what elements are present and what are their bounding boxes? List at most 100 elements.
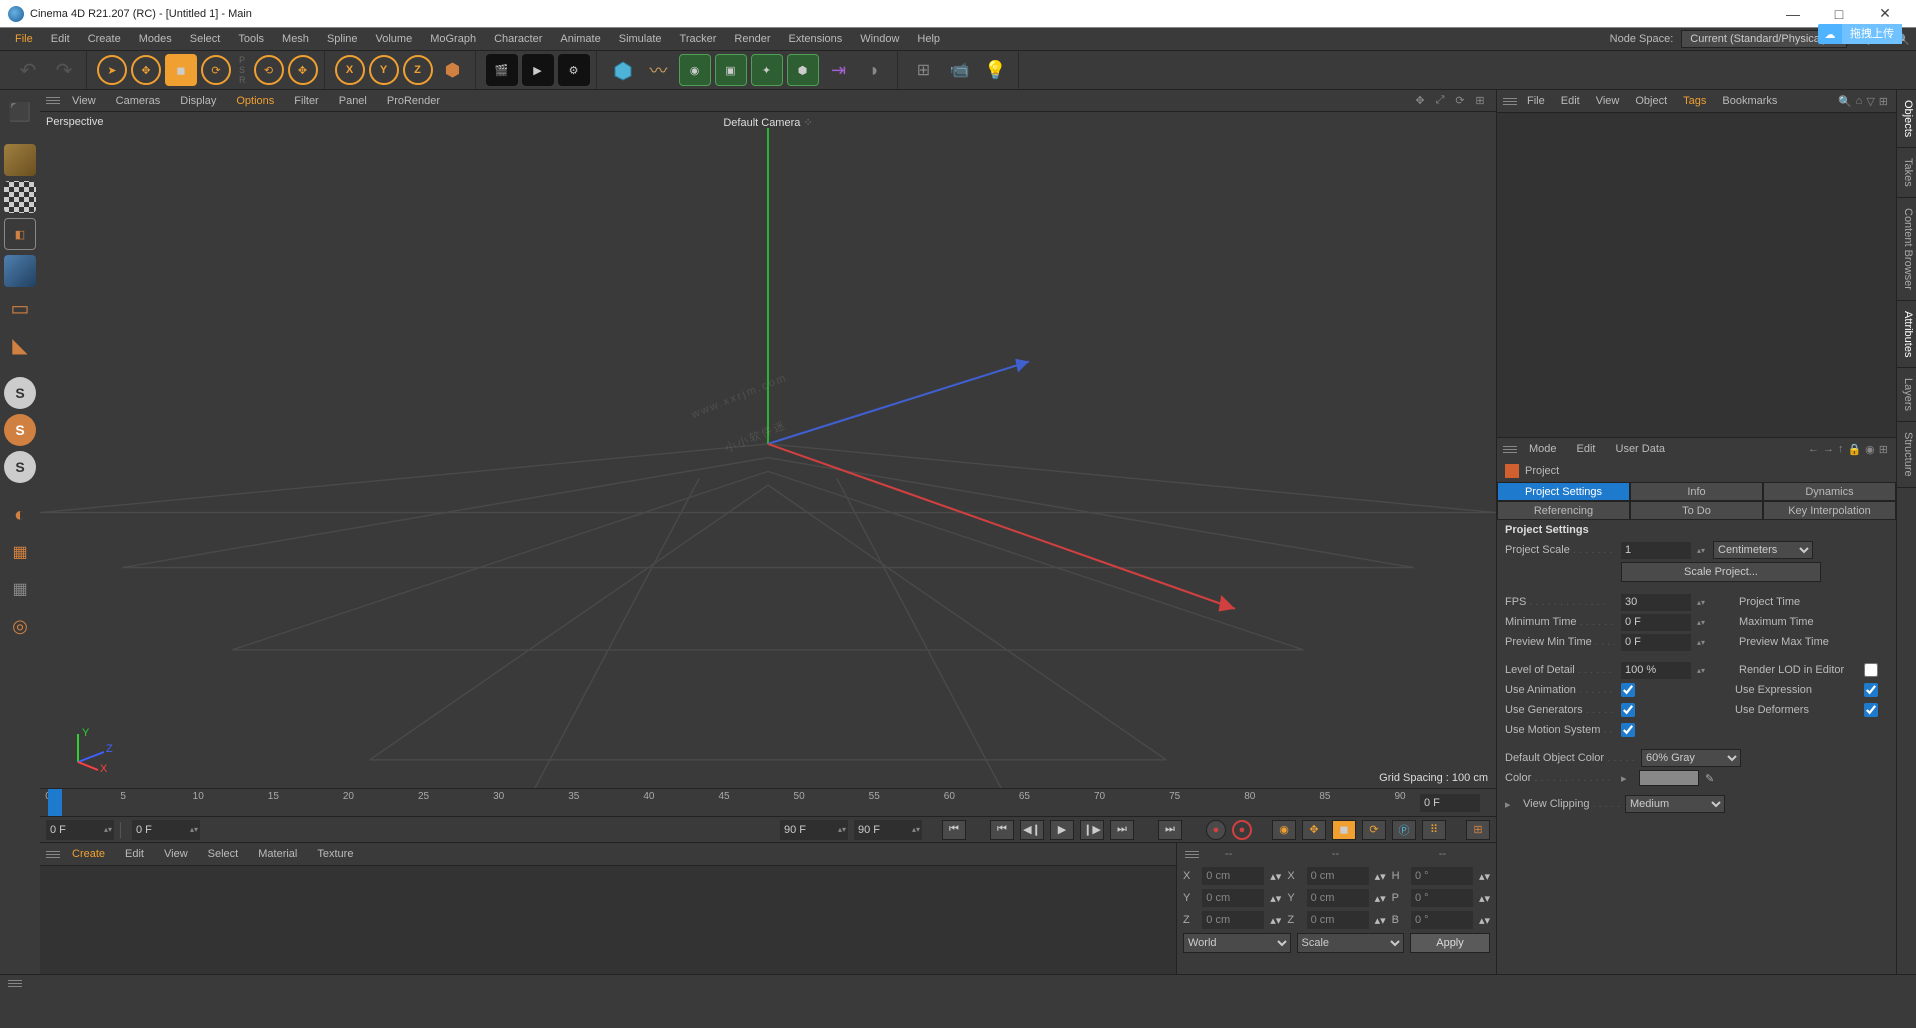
- menu-mograph[interactable]: MoGraph: [421, 28, 485, 50]
- tab-info[interactable]: Info: [1630, 482, 1763, 501]
- vp-panel[interactable]: Panel: [329, 90, 377, 112]
- key-param-button[interactable]: Ⓟ: [1392, 820, 1416, 840]
- project-scale-field[interactable]: [1621, 542, 1691, 559]
- status-menu-icon[interactable]: [6, 976, 24, 991]
- obj-object[interactable]: Object: [1627, 95, 1675, 107]
- vp-cameras[interactable]: Cameras: [106, 90, 171, 112]
- undo-button[interactable]: ↶: [12, 54, 44, 86]
- menu-extensions[interactable]: Extensions: [779, 28, 851, 50]
- objmgr-menu-icon[interactable]: [1501, 94, 1519, 109]
- color-expand[interactable]: ▸: [1621, 772, 1633, 785]
- menu-character[interactable]: Character: [485, 28, 551, 50]
- mat-view[interactable]: View: [154, 848, 198, 860]
- use-anim-check[interactable]: [1621, 683, 1635, 697]
- coord-apply-button[interactable]: Apply: [1410, 933, 1490, 953]
- menu-window[interactable]: Window: [851, 28, 908, 50]
- redo-button[interactable]: ↷: [48, 54, 80, 86]
- menu-volume[interactable]: Volume: [367, 28, 422, 50]
- vp-nav-rotate-icon[interactable]: ⟳: [1452, 93, 1468, 109]
- attr-expand-icon[interactable]: ⊞: [1879, 443, 1888, 456]
- keyframe-sel-button[interactable]: ◉: [1272, 820, 1296, 840]
- menu-render[interactable]: Render: [725, 28, 779, 50]
- use-def-check[interactable]: [1864, 703, 1878, 717]
- prev-key-button[interactable]: ⏮: [990, 820, 1014, 840]
- viewport-solo[interactable]: ◐: [4, 499, 36, 531]
- range-end-field[interactable]: [780, 824, 836, 836]
- polygon-mode[interactable]: ◣: [4, 329, 36, 361]
- next-frame-button[interactable]: ❙▶: [1080, 820, 1104, 840]
- vp-filter[interactable]: Filter: [284, 90, 328, 112]
- light-tool[interactable]: 💡: [980, 54, 1012, 86]
- generator-green3[interactable]: ✦: [751, 54, 783, 86]
- attr-edit[interactable]: Edit: [1567, 443, 1606, 455]
- total-frames-field[interactable]: [854, 824, 910, 836]
- cube-primitive[interactable]: [607, 54, 639, 86]
- texture-mode[interactable]: [4, 181, 36, 213]
- vtab-attributes[interactable]: Attributes: [1897, 301, 1916, 368]
- current-frame-field[interactable]: [46, 824, 102, 836]
- key-scale-button[interactable]: ◼: [1332, 820, 1356, 840]
- vp-nav-zoom-icon[interactable]: ⤢: [1432, 93, 1448, 109]
- spline-primitive[interactable]: 〰: [643, 54, 675, 86]
- attr-menu-icon[interactable]: [1501, 442, 1519, 457]
- use-motion-check[interactable]: [1621, 723, 1635, 737]
- drag-upload-overlay[interactable]: ☁ 拖拽上传: [1818, 24, 1902, 44]
- vtab-takes[interactable]: Takes: [1897, 148, 1916, 198]
- obj-tags[interactable]: Tags: [1675, 95, 1714, 107]
- color-picker-icon[interactable]: ✎: [1705, 772, 1714, 785]
- vtab-objects[interactable]: Objects: [1897, 90, 1916, 148]
- attr-nav-right-icon[interactable]: →: [1823, 443, 1834, 456]
- timeline[interactable]: 051015202530354045505560657075808590: [40, 788, 1496, 816]
- rotate-tool[interactable]: ⟳: [201, 55, 231, 85]
- last-tool[interactable]: ⟲: [254, 55, 284, 85]
- objmgr-filter-icon[interactable]: ▽: [1866, 95, 1874, 108]
- placement-tool[interactable]: ✥: [288, 55, 318, 85]
- record-button[interactable]: ●: [1206, 820, 1226, 840]
- view-clip-select[interactable]: Medium: [1625, 795, 1725, 813]
- menu-file[interactable]: File: [6, 28, 42, 50]
- camera-icon[interactable]: 📹: [944, 54, 976, 86]
- tab-dynamics[interactable]: Dynamics: [1763, 482, 1896, 501]
- tab-key-interpolation[interactable]: Key Interpolation: [1763, 501, 1896, 520]
- scale-tool[interactable]: ◼: [165, 54, 197, 86]
- scale-project-button[interactable]: Scale Project...: [1621, 562, 1821, 582]
- minimize-button[interactable]: —: [1770, 0, 1816, 28]
- camera-tool[interactable]: ⊞: [908, 54, 940, 86]
- mat-edit[interactable]: Edit: [115, 848, 154, 860]
- vp-view[interactable]: View: [62, 90, 106, 112]
- axis-gizmo[interactable]: Y Z X: [68, 724, 116, 772]
- play-button[interactable]: ▶: [1050, 820, 1074, 840]
- point-mode[interactable]: [4, 255, 36, 287]
- go-start-button[interactable]: ⏮: [942, 820, 966, 840]
- mat-material[interactable]: Material: [248, 848, 307, 860]
- obj-view[interactable]: View: [1588, 95, 1628, 107]
- render-settings[interactable]: ⚙: [558, 54, 590, 86]
- x-axis-lock[interactable]: X: [335, 55, 365, 85]
- attr-nav-up-icon[interactable]: ↑: [1838, 443, 1844, 456]
- obj-file[interactable]: File: [1519, 95, 1553, 107]
- viewport-menu-icon[interactable]: [44, 93, 62, 108]
- attr-mode[interactable]: Mode: [1519, 443, 1567, 455]
- attr-nav-left-icon[interactable]: ←: [1808, 443, 1819, 456]
- key-pla-button[interactable]: ⠿: [1422, 820, 1446, 840]
- edge-mode[interactable]: ▭: [4, 292, 36, 324]
- prev-frame-button[interactable]: ◀❙: [1020, 820, 1044, 840]
- viewclip-expand[interactable]: ▸: [1505, 798, 1517, 811]
- use-gen-check[interactable]: [1621, 703, 1635, 717]
- enable-axis[interactable]: S: [4, 377, 36, 409]
- render-lod-check[interactable]: [1864, 663, 1878, 677]
- snap-grid3[interactable]: ◎: [4, 610, 36, 642]
- go-end-button[interactable]: ⏭: [1158, 820, 1182, 840]
- coord-mode-select[interactable]: Scale: [1297, 933, 1405, 953]
- next-key-button[interactable]: ⏭: [1110, 820, 1134, 840]
- environment-tool[interactable]: ◗: [859, 54, 891, 86]
- vtab-structure[interactable]: Structure: [1897, 422, 1916, 488]
- menu-spline[interactable]: Spline: [318, 28, 367, 50]
- menu-edit[interactable]: Edit: [42, 28, 79, 50]
- attr-new-icon[interactable]: ◉: [1865, 443, 1875, 456]
- coord-system[interactable]: ⬢: [437, 54, 469, 86]
- matmgr-menu-icon[interactable]: [44, 847, 62, 862]
- objmgr-search-icon[interactable]: 🔍: [1838, 95, 1852, 108]
- min-time-field[interactable]: [1621, 614, 1691, 631]
- attr-userdata[interactable]: User Data: [1606, 443, 1676, 455]
